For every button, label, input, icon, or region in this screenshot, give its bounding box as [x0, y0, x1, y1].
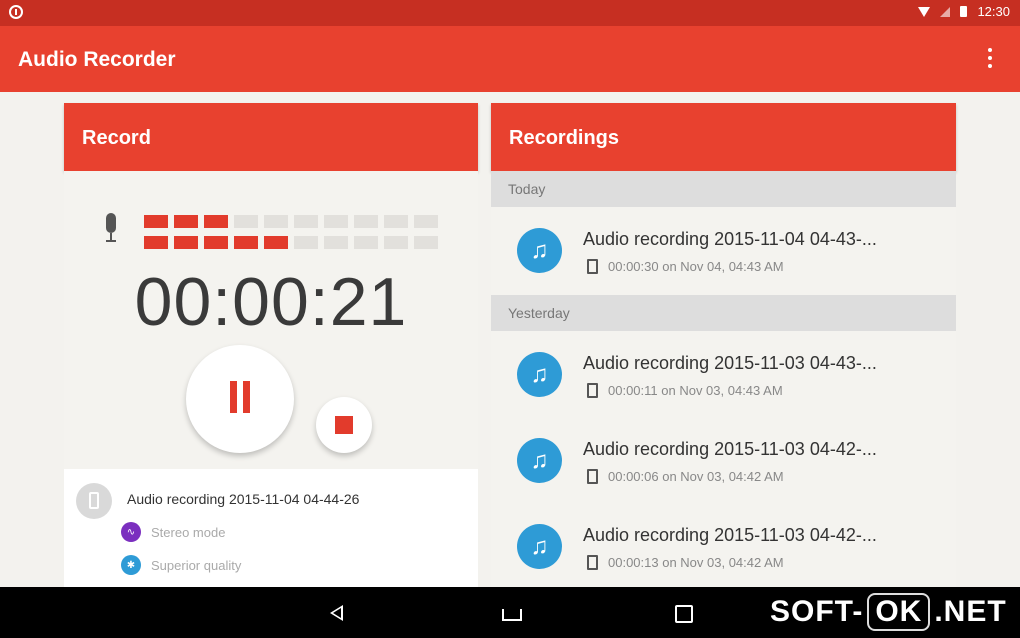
- watermark-ok: OK: [867, 593, 931, 631]
- level-segment: [324, 236, 348, 249]
- stereo-mode-option[interactable]: ∿ Stereo mode: [121, 522, 225, 542]
- stop-button[interactable]: [316, 397, 372, 453]
- superior-quality-label: Superior quality: [151, 557, 242, 573]
- record-header-title: Record: [82, 127, 151, 149]
- recording-title: Audio recording 2015-11-03 04-42-...: [583, 525, 877, 545]
- level-segment: [234, 236, 258, 249]
- recording-meta: 00:00:06 on Nov 03, 04:42 AM: [587, 469, 784, 484]
- phone-icon: [587, 383, 598, 398]
- pause-icon: [230, 381, 237, 413]
- phone-icon: [587, 469, 598, 484]
- current-file-name: Audio recording 2015-11-04 04-44-26: [127, 491, 360, 507]
- record-card-header: Record: [64, 103, 478, 171]
- level-segment: [204, 236, 228, 249]
- recording-item[interactable]: ♫ Audio recording 2015-11-03 04-42-... 0…: [491, 503, 956, 589]
- level-segment: [384, 236, 408, 249]
- section-header-today: Today: [491, 171, 956, 207]
- level-segment: [144, 236, 168, 249]
- level-segment: [324, 215, 348, 228]
- signal-icon: [940, 6, 951, 17]
- recording-title: Audio recording 2015-11-03 04-42-...: [583, 439, 877, 459]
- recordings-card-header: Recordings: [491, 103, 956, 171]
- wifi-icon: [918, 6, 931, 17]
- level-segment: [354, 236, 378, 249]
- recording-timer: 00:00:21: [134, 264, 408, 340]
- recordings-header-title: Recordings: [509, 127, 620, 149]
- level-segment: [414, 236, 438, 249]
- microphone-icon: [104, 213, 118, 242]
- music-note-icon: ♫: [517, 228, 562, 273]
- download-notification-icon: [9, 5, 23, 19]
- pause-button[interactable]: [186, 345, 294, 453]
- quality-icon: ✱: [121, 555, 141, 575]
- recent-apps-icon[interactable]: [675, 605, 693, 623]
- level-segment: [354, 215, 378, 228]
- recording-item[interactable]: ♫ Audio recording 2015-11-03 04-43-... 0…: [491, 331, 956, 417]
- stereo-icon: ∿: [121, 522, 141, 542]
- record-panel: 00:00:21: [64, 171, 478, 469]
- level-segment: [384, 215, 408, 228]
- app-title: Audio Recorder: [18, 48, 176, 71]
- recording-meta: 00:00:30 on Nov 04, 04:43 AM: [587, 259, 784, 274]
- level-meter: [144, 215, 438, 257]
- phone-icon: [587, 259, 598, 274]
- status-time: 12:30: [977, 4, 1010, 19]
- status-icons: 12:30: [918, 4, 1010, 19]
- level-segment: [174, 215, 198, 228]
- recording-details: 00:00:11 on Nov 03, 04:43 AM: [608, 383, 783, 398]
- level-segment: [174, 236, 198, 249]
- level-segment: [234, 215, 258, 228]
- current-recording-info: Audio recording 2015-11-04 04-44-26 ∿ St…: [64, 469, 478, 587]
- app-bar: Audio Recorder: [0, 26, 1020, 92]
- level-meter-bottom-row: [144, 236, 438, 249]
- recording-item[interactable]: ♫ Audio recording 2015-11-04 04-43-... 0…: [491, 207, 956, 295]
- watermark-right: .NET: [934, 595, 1007, 628]
- back-icon[interactable]: [330, 605, 343, 621]
- device-icon: [76, 483, 112, 519]
- recordings-list: Today ♫ Audio recording 2015-11-04 04-43…: [491, 171, 956, 587]
- music-note-icon: ♫: [517, 438, 562, 483]
- level-segment: [414, 215, 438, 228]
- recording-details: 00:00:30 on Nov 04, 04:43 AM: [608, 259, 784, 274]
- status-bar: 12:30: [0, 0, 1020, 26]
- recording-title: Audio recording 2015-11-03 04-43-...: [583, 353, 877, 373]
- battery-icon: [960, 6, 968, 17]
- stereo-mode-label: Stereo mode: [151, 524, 226, 540]
- level-segment: [294, 236, 318, 249]
- recording-details: 00:00:13 on Nov 03, 04:42 AM: [608, 555, 784, 570]
- music-note-icon: ♫: [517, 352, 562, 397]
- level-segment: [294, 215, 318, 228]
- phone-icon: [587, 555, 598, 570]
- level-segment: [144, 215, 168, 228]
- recording-details: 00:00:06 on Nov 03, 04:42 AM: [608, 469, 784, 484]
- home-icon[interactable]: [502, 609, 522, 621]
- stop-icon: [335, 416, 353, 434]
- recording-title: Audio recording 2015-11-04 04-43-...: [583, 229, 877, 249]
- section-header-yesterday: Yesterday: [491, 295, 956, 331]
- watermark-logo: SOFT- OK .NET: [770, 592, 1007, 632]
- level-meter-top-row: [144, 215, 438, 228]
- level-segment: [264, 215, 288, 228]
- overflow-menu-icon[interactable]: [988, 48, 992, 68]
- recording-meta: 00:00:11 on Nov 03, 04:43 AM: [587, 383, 783, 398]
- music-note-icon: ♫: [517, 524, 562, 569]
- level-segment: [264, 236, 288, 249]
- watermark-left: SOFT-: [770, 595, 864, 628]
- superior-quality-option[interactable]: ✱ Superior quality: [121, 555, 241, 575]
- level-segment: [204, 215, 228, 228]
- recording-meta: 00:00:13 on Nov 03, 04:42 AM: [587, 555, 784, 570]
- recording-item[interactable]: ♫ Audio recording 2015-11-03 04-42-... 0…: [491, 417, 956, 503]
